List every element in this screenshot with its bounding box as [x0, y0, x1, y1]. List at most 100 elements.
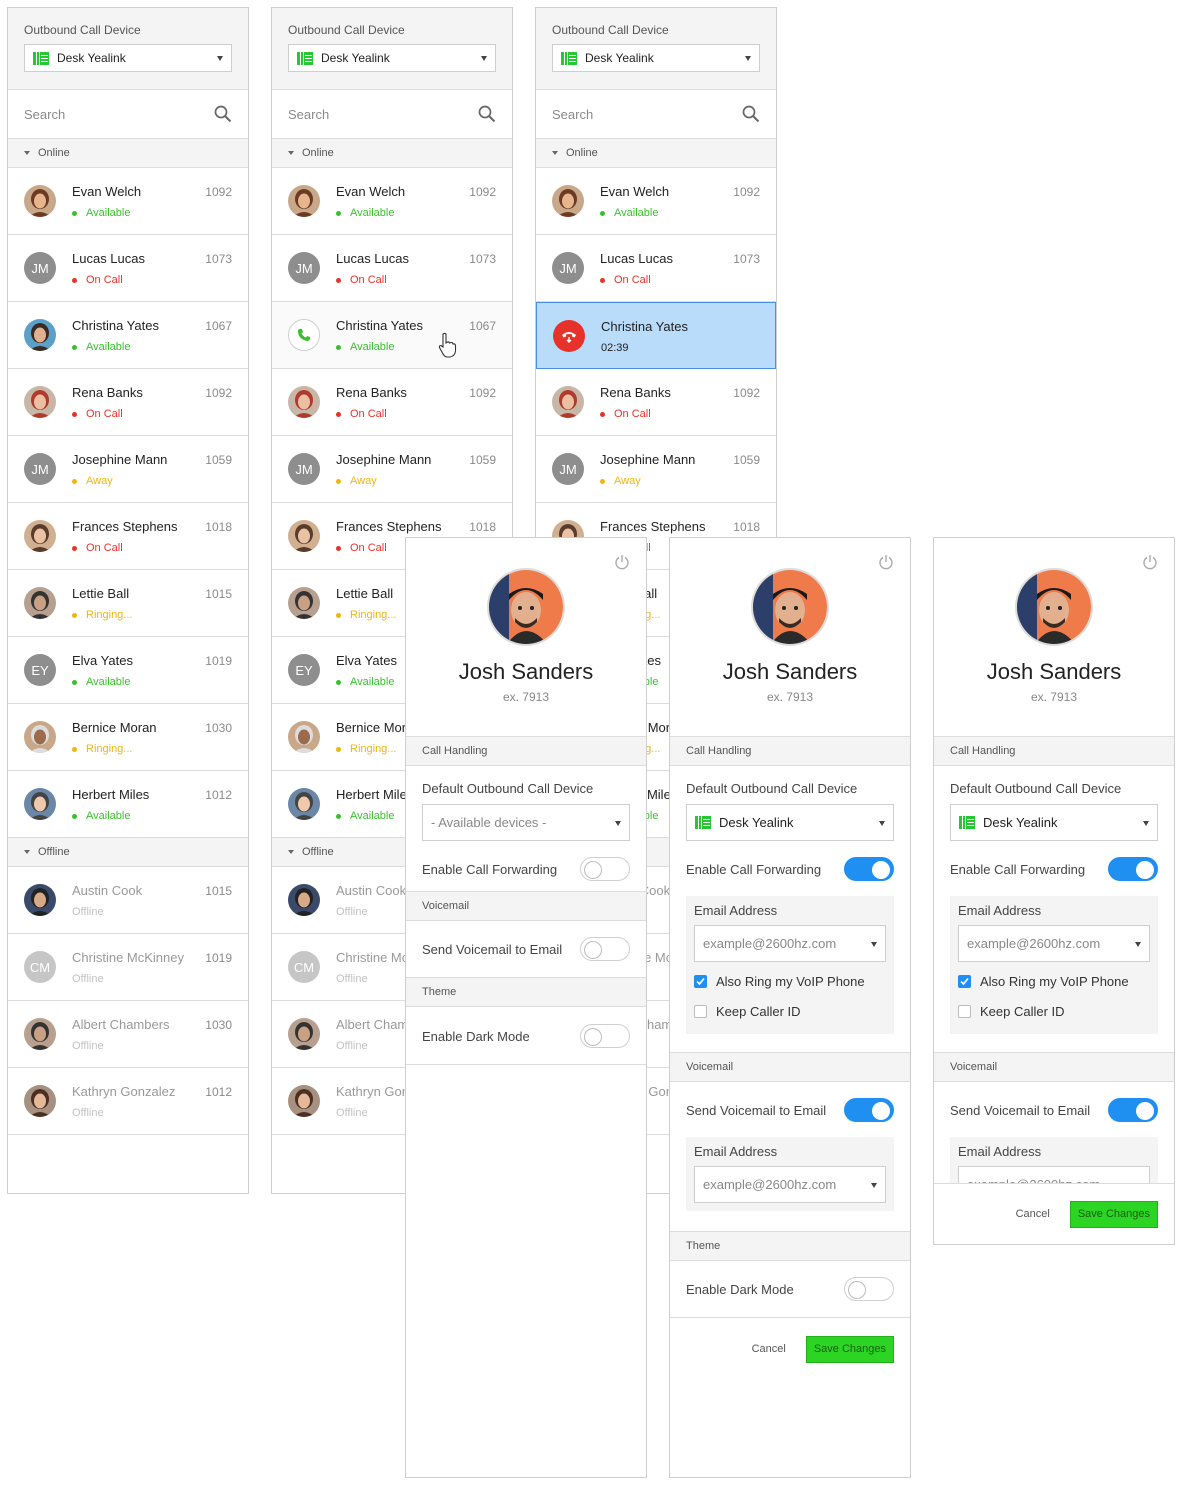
status-badge: Away: [336, 475, 377, 487]
status-text: Available: [350, 676, 395, 688]
status-badge: Available: [600, 207, 658, 219]
caret-down-icon: [24, 151, 30, 155]
contact-extension: 1012: [205, 788, 232, 802]
voicemail-email-value: example@2600hz.com: [967, 1177, 1100, 1183]
contact-row[interactable]: Rena Banks 1092 On Call: [272, 369, 512, 436]
also-ring-checkbox-row[interactable]: Also Ring my VoIP Phone: [694, 966, 886, 996]
checkbox-unchecked-icon[interactable]: [958, 1004, 971, 1018]
checkbox-checked-icon[interactable]: [694, 974, 707, 988]
dark-mode-toggle[interactable]: [844, 1277, 894, 1301]
status-text: Offline: [336, 1040, 368, 1052]
save-changes-button[interactable]: Save Changes: [805, 1335, 894, 1363]
dark-mode-toggle[interactable]: [580, 1024, 630, 1048]
contact-row[interactable]: Bernice Moran 1030 Ringing...: [8, 704, 248, 771]
status-badge: Offline: [336, 906, 368, 918]
send-voicemail-toggle[interactable]: [844, 1098, 894, 1122]
contact-row[interactable]: JM Lucas Lucas 1073 On Call: [8, 235, 248, 302]
group-header-online[interactable]: Online: [536, 139, 776, 168]
search-input[interactable]: [288, 106, 448, 122]
enable-call-forwarding-label: Enable Call Forwarding: [422, 861, 558, 877]
also-ring-checkbox-row[interactable]: Also Ring my VoIP Phone: [958, 966, 1150, 996]
group-header-online[interactable]: Online: [8, 139, 248, 168]
contact-row[interactable]: Evan Welch 1092 Available: [536, 168, 776, 235]
search-input[interactable]: [552, 106, 712, 122]
status-badge: Offline: [336, 1107, 368, 1119]
contact-row[interactable]: EY Elva Yates 1019 Available: [8, 637, 248, 704]
avatar: JM: [288, 453, 320, 485]
call-button-phone-icon[interactable]: [288, 319, 320, 351]
status-text: Offline: [72, 906, 104, 918]
voicemail-email-value: example@2600hz.com: [703, 1177, 837, 1192]
voicemail-email-select[interactable]: example@2600hz.com: [958, 1166, 1150, 1183]
contact-row[interactable]: Christina Yates 02:39: [536, 302, 776, 369]
cancel-button[interactable]: Cancel: [1016, 1208, 1050, 1220]
settings-scroll-area[interactable]: Call Handling Default Outbound Call Devi…: [934, 737, 1174, 1184]
keep-caller-id-checkbox-row[interactable]: Keep Caller ID: [958, 996, 1150, 1026]
contact-row[interactable]: Lettie Ball 1015 Ringing...: [8, 570, 248, 637]
checkbox-unchecked-icon[interactable]: [694, 1004, 707, 1018]
contact-row[interactable]: JM Josephine Mann 1059 Away: [8, 436, 248, 503]
group-header-offline[interactable]: Offline: [8, 838, 248, 867]
contact-extension: 1015: [205, 587, 232, 601]
call-forwarding-toggle[interactable]: [1108, 857, 1158, 881]
contact-row[interactable]: Evan Welch 1092 Available: [8, 168, 248, 235]
default-device-select[interactable]: - Available devices -: [422, 804, 630, 841]
contact-row[interactable]: Austin Cook 1015 Offline: [8, 867, 248, 934]
send-voicemail-toggle[interactable]: [1108, 1098, 1158, 1122]
save-changes-button[interactable]: Save Changes: [1069, 1200, 1158, 1228]
contact-row[interactable]: Christina Yates 1067 Available: [272, 302, 512, 369]
power-icon[interactable]: [614, 554, 630, 570]
contact-row[interactable]: JM Lucas Lucas 1073 On Call: [272, 235, 512, 302]
contact-extension: 1092: [205, 185, 232, 199]
checkbox-checked-icon[interactable]: [958, 974, 971, 988]
outbound-device-select[interactable]: Desk Yealink: [552, 44, 760, 72]
avatar: [288, 185, 320, 217]
status-dot-icon: [600, 277, 605, 283]
status-badge: Offline: [72, 973, 104, 985]
contact-row[interactable]: CM Christine McKinney 1019 Offline: [8, 934, 248, 1001]
group-header-online[interactable]: Online: [272, 139, 512, 168]
section-header-call-handling: Call Handling: [934, 737, 1174, 766]
avatar: [24, 1085, 56, 1117]
settings-panel-expanded: Josh Sanders ex. 7913 Call Handling Defa…: [669, 537, 911, 1478]
contact-row[interactable]: Rena Banks 1092 On Call: [536, 369, 776, 436]
status-text: Offline: [336, 906, 368, 918]
search-input[interactable]: [24, 106, 184, 122]
default-device-value: - Available devices -: [431, 815, 547, 830]
forwarding-email-select[interactable]: example@2600hz.com: [694, 925, 886, 962]
send-voicemail-toggle[interactable]: [580, 937, 630, 961]
voicemail-email-select[interactable]: example@2600hz.com: [694, 1166, 886, 1203]
default-device-select[interactable]: Desk Yealink: [950, 804, 1158, 841]
status-text: On Call: [614, 274, 651, 286]
contact-row[interactable]: Christina Yates 1067 Available: [8, 302, 248, 369]
call-forwarding-toggle[interactable]: [844, 857, 894, 881]
avatar: [24, 185, 56, 217]
contact-row[interactable]: Kathryn Gonzalez 1012 Offline: [8, 1068, 248, 1135]
status-badge: On Call: [600, 274, 651, 286]
contact-row[interactable]: JM Josephine Mann 1059 Away: [272, 436, 512, 503]
keep-caller-id-checkbox-row[interactable]: Keep Caller ID: [694, 996, 886, 1026]
power-icon[interactable]: [878, 554, 894, 570]
default-device-select[interactable]: Desk Yealink: [686, 804, 894, 841]
chevron-down-icon: [879, 820, 885, 826]
hangup-icon[interactable]: [553, 320, 585, 352]
profile-header: Josh Sanders ex. 7913: [406, 538, 646, 737]
status-dot-icon: [72, 478, 77, 484]
contact-row[interactable]: Rena Banks 1092 On Call: [8, 369, 248, 436]
contact-row[interactable]: Frances Stephens 1018 On Call: [8, 503, 248, 570]
cancel-button[interactable]: Cancel: [752, 1343, 786, 1355]
contact-row[interactable]: JM Lucas Lucas 1073 On Call: [536, 235, 776, 302]
forwarding-email-select[interactable]: example@2600hz.com: [958, 925, 1150, 962]
call-forwarding-toggle[interactable]: [580, 857, 630, 881]
outbound-device-select[interactable]: Desk Yealink: [24, 44, 232, 72]
contact-row[interactable]: Albert Chambers 1030 Offline: [8, 1001, 248, 1068]
contact-name: Evan Welch: [336, 184, 406, 199]
contact-name: Evan Welch: [600, 184, 670, 199]
power-icon[interactable]: [1142, 554, 1158, 570]
contact-row[interactable]: Evan Welch 1092 Available: [272, 168, 512, 235]
settings-footer: Cancel Save Changes: [670, 1318, 910, 1380]
outbound-device-select[interactable]: Desk Yealink: [288, 44, 496, 72]
contact-name: Austin Cook: [72, 883, 143, 898]
contact-row[interactable]: JM Josephine Mann 1059 Away: [536, 436, 776, 503]
contact-row[interactable]: Herbert Miles 1012 Available: [8, 771, 248, 838]
